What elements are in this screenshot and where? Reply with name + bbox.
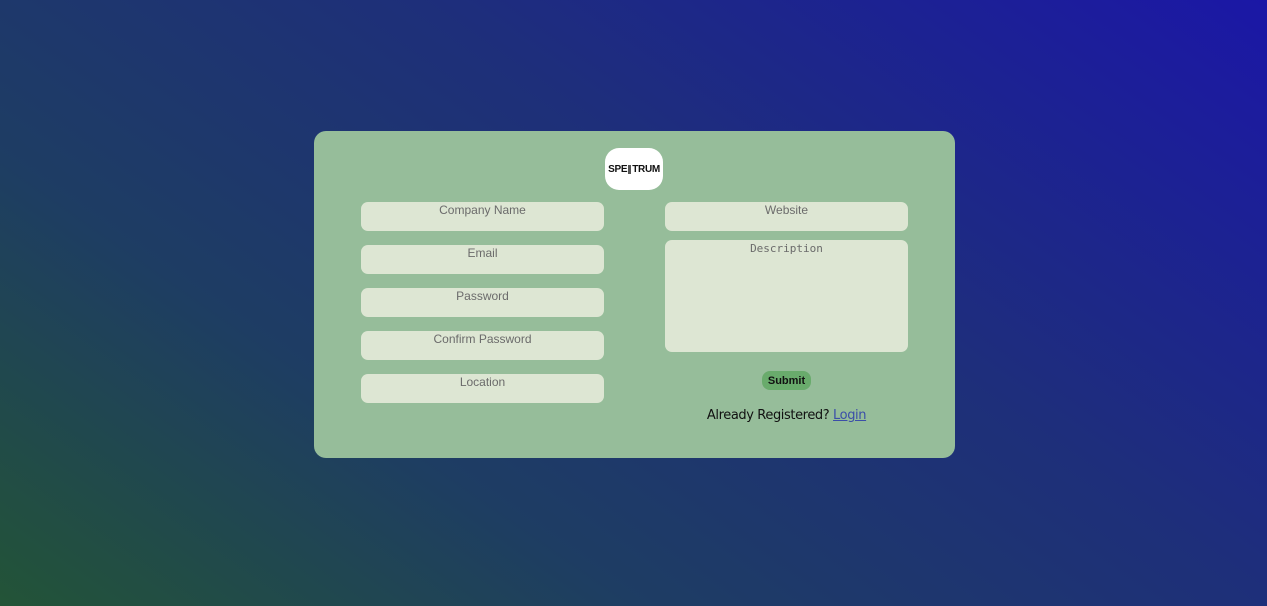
email-placeholder: Email [467,246,498,260]
description-placeholder: Description [750,242,823,255]
password-placeholder: Password [456,289,509,303]
logo-mark [628,164,632,174]
logo-text-right: TRUM [632,163,660,175]
location-placeholder: Location [459,375,506,389]
company-name-input[interactable]: Company Name [361,202,604,231]
confirm-password-input[interactable]: Confirm Password [361,331,604,360]
submit-button[interactable]: Submit [762,371,811,390]
confirm-password-placeholder: Confirm Password [433,332,532,346]
spectrum-logo: SPE TRUM [605,148,663,190]
email-input[interactable]: Email [361,245,604,274]
company-name-placeholder: Company Name [439,203,526,217]
website-input[interactable]: Website [665,202,908,231]
login-link[interactable]: Login [833,408,866,423]
login-prompt: Already Registered? Login [674,408,899,423]
registration-card: SPE TRUM Company Name Email Password Conf… [314,131,955,458]
password-input[interactable]: Password [361,288,604,317]
logo-text-left: SPE [608,163,628,175]
website-placeholder: Website [764,203,809,217]
location-input[interactable]: Location [361,374,604,403]
already-registered-text: Already Registered? [706,408,830,423]
description-textarea[interactable]: Description [665,240,908,352]
